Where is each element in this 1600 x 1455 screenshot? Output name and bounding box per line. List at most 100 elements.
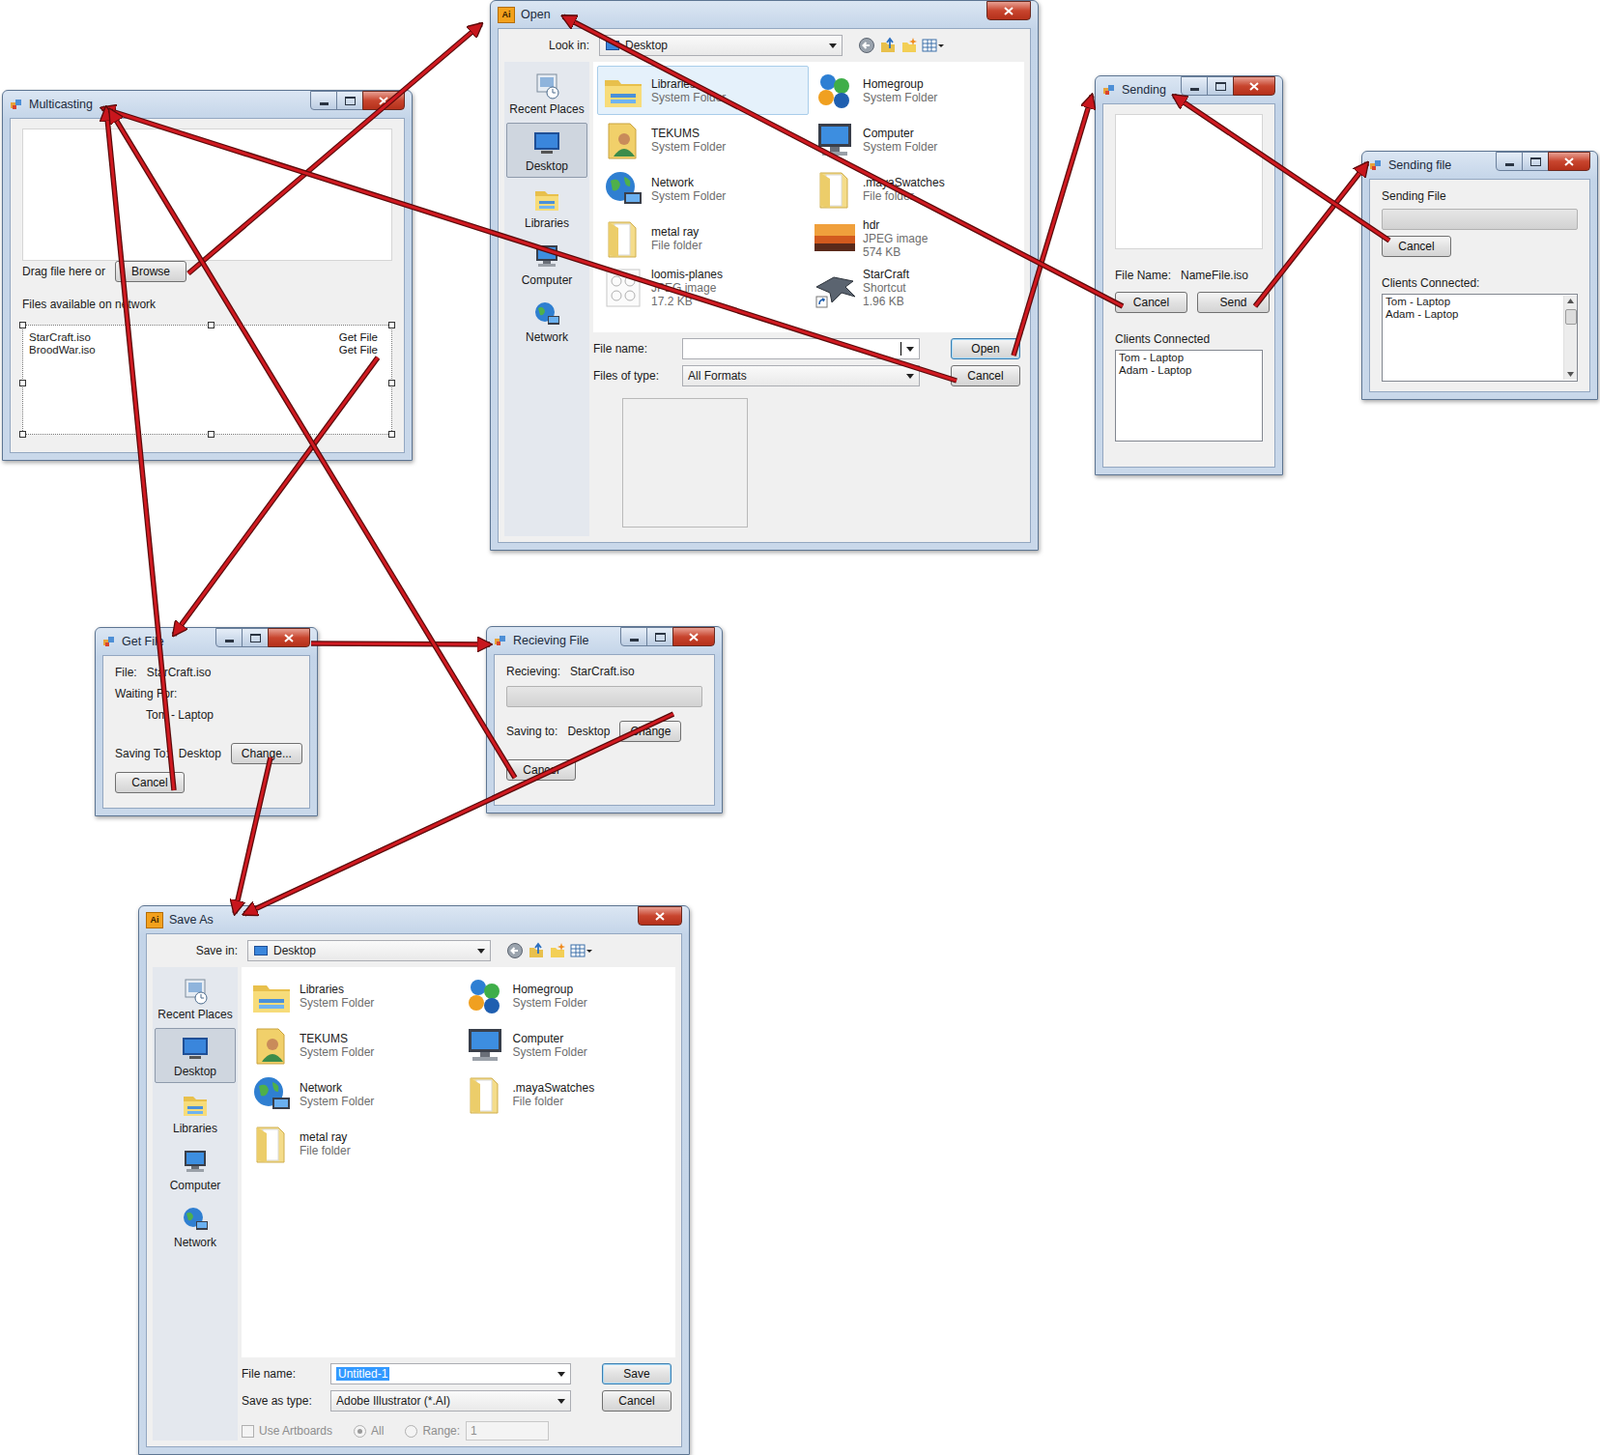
client-item[interactable]: Adam - Laptop <box>1385 308 1564 321</box>
cancel-button[interactable]: Cancel <box>1114 291 1188 314</box>
file-name-field[interactable] <box>682 338 920 360</box>
close-button[interactable] <box>672 627 715 647</box>
range-radio[interactable]: Range: <box>404 1424 460 1438</box>
get-file-link[interactable]: Get File <box>339 343 378 357</box>
minimize-button[interactable] <box>1180 76 1208 96</box>
file-item[interactable]: metal ray File folder <box>245 1118 459 1169</box>
cancel-button[interactable]: Cancel <box>506 759 576 781</box>
location-label: Look in: <box>504 38 594 53</box>
file-item[interactable]: .mayaSwatches File folder <box>808 164 1021 214</box>
place-item[interactable]: Libraries <box>506 179 588 235</box>
use-artboards-checkbox[interactable]: Use Artboards <box>241 1424 333 1438</box>
new-folder-icon[interactable] <box>548 942 567 960</box>
scroll-down-icon[interactable] <box>1567 371 1574 377</box>
close-button[interactable] <box>362 90 405 111</box>
client-item[interactable]: Adam - Laptop <box>1118 364 1259 377</box>
file-item[interactable]: metal ray File folder <box>597 213 809 263</box>
save-button[interactable]: Save <box>601 1363 672 1385</box>
file-item[interactable]: TEKUMS System Folder <box>597 114 809 165</box>
title-bar[interactable]: Sending file <box>1369 151 1591 179</box>
close-button[interactable] <box>1547 151 1591 172</box>
place-item[interactable]: Desktop <box>154 1028 236 1084</box>
cancel-button[interactable]: Cancel <box>1381 235 1452 258</box>
drop-zone[interactable] <box>22 128 393 261</box>
back-icon[interactable] <box>506 942 524 960</box>
title-bar[interactable]: Ai Save As <box>145 906 683 934</box>
computer-place-icon <box>531 242 563 272</box>
file-item[interactable]: Network System Folder <box>245 1069 459 1119</box>
place-item[interactable]: Computer <box>506 236 588 292</box>
dropdown-arrow-icon <box>477 948 486 954</box>
maximize-button[interactable] <box>241 628 269 648</box>
file-item[interactable]: loomis-planes JPEG image 17.2 KB <box>597 262 809 313</box>
title-bar[interactable]: Multicasting <box>9 90 405 118</box>
range-field[interactable]: 1 <box>465 1421 549 1441</box>
open-button[interactable]: Open <box>950 338 1021 360</box>
title-bar[interactable]: Get File <box>102 628 311 656</box>
file-item[interactable]: TEKUMS System Folder <box>245 1020 459 1070</box>
place-item[interactable]: Network <box>154 1199 236 1255</box>
file-type-label: Files of type: <box>593 369 675 383</box>
close-button[interactable] <box>267 628 311 648</box>
minimize-button[interactable] <box>1495 151 1523 172</box>
scroll-thumb[interactable] <box>1565 309 1577 325</box>
file-name: TEKUMS <box>651 126 726 141</box>
change-button[interactable]: Change <box>619 720 682 743</box>
views-icon[interactable] <box>570 942 594 960</box>
file-item[interactable]: Libraries System Folder <box>245 971 459 1021</box>
maximize-button[interactable] <box>336 90 364 111</box>
file-item[interactable]: Homegroup System Folder <box>808 65 1021 115</box>
up-folder-icon[interactable] <box>879 36 897 55</box>
maximize-button[interactable] <box>646 627 674 647</box>
location-dropdown[interactable]: Desktop <box>599 34 843 57</box>
range-radio[interactable]: All <box>353 1424 384 1438</box>
title-bar[interactable]: Sending <box>1102 76 1276 104</box>
place-item[interactable]: Computer <box>154 1142 236 1198</box>
file-name-field[interactable]: Untitled-1 <box>330 1363 572 1385</box>
dialog-content: Libraries System Folder Homegroup System… <box>589 61 1025 537</box>
file-item[interactable]: Computer System Folder <box>808 114 1021 165</box>
place-item[interactable]: Recent Places <box>506 65 588 121</box>
maximize-button[interactable] <box>1521 151 1549 172</box>
get-file-link[interactable]: Get File <box>339 331 378 344</box>
file-item[interactable]: StarCraft Shortcut 1.96 KB <box>808 262 1021 313</box>
place-item[interactable]: Libraries <box>154 1085 236 1141</box>
place-item[interactable]: Desktop <box>506 122 588 178</box>
cancel-button[interactable]: Cancel <box>950 365 1021 387</box>
place-item[interactable]: Recent Places <box>154 971 236 1027</box>
maximize-button[interactable] <box>1206 76 1234 96</box>
file-item[interactable]: hdr JPEG image 574 KB <box>808 213 1021 263</box>
file-item[interactable]: Network System Folder <box>597 164 809 214</box>
scroll-up-icon[interactable] <box>1567 298 1574 304</box>
file-type-dropdown[interactable]: All Formats <box>682 365 920 387</box>
file-item[interactable]: Libraries System Folder <box>597 65 809 115</box>
change-button[interactable]: Change... <box>230 742 303 765</box>
browse-button[interactable]: Browse <box>114 260 187 283</box>
up-folder-icon[interactable] <box>527 942 545 960</box>
minimize-button[interactable] <box>215 628 243 648</box>
place-item[interactable]: Network <box>506 293 588 349</box>
file-item[interactable]: .mayaSwatches File folder <box>458 1069 673 1119</box>
cancel-button[interactable]: Cancel <box>601 1390 672 1412</box>
scrollbar[interactable] <box>1563 295 1577 380</box>
send-button[interactable]: Send <box>1197 291 1270 314</box>
file-type-dropdown[interactable]: Adobe Illustrator (*.AI) <box>330 1390 572 1412</box>
minimize-button[interactable] <box>310 90 338 111</box>
title-bar[interactable]: Recieving File <box>493 627 715 655</box>
close-button[interactable] <box>637 906 683 926</box>
flow-arrow <box>173 357 378 635</box>
views-icon[interactable] <box>921 36 945 55</box>
new-folder-icon[interactable] <box>900 36 918 55</box>
file-item[interactable]: Homegroup System Folder <box>458 971 673 1021</box>
client-item[interactable]: Tom - Laptop <box>1118 351 1259 365</box>
client-item[interactable]: Tom - Laptop <box>1385 295 1564 309</box>
close-button[interactable] <box>986 0 1031 21</box>
back-icon[interactable] <box>857 36 876 55</box>
location-dropdown[interactable]: Desktop <box>247 940 491 962</box>
file-item[interactable]: Computer System Folder <box>458 1020 673 1070</box>
title-bar[interactable]: Ai Open <box>497 0 1031 29</box>
close-button[interactable] <box>1232 76 1276 96</box>
cancel-button[interactable]: Cancel <box>114 771 185 794</box>
minimize-button[interactable] <box>620 627 648 647</box>
checkbox-label: Use Artboards <box>258 1424 333 1438</box>
